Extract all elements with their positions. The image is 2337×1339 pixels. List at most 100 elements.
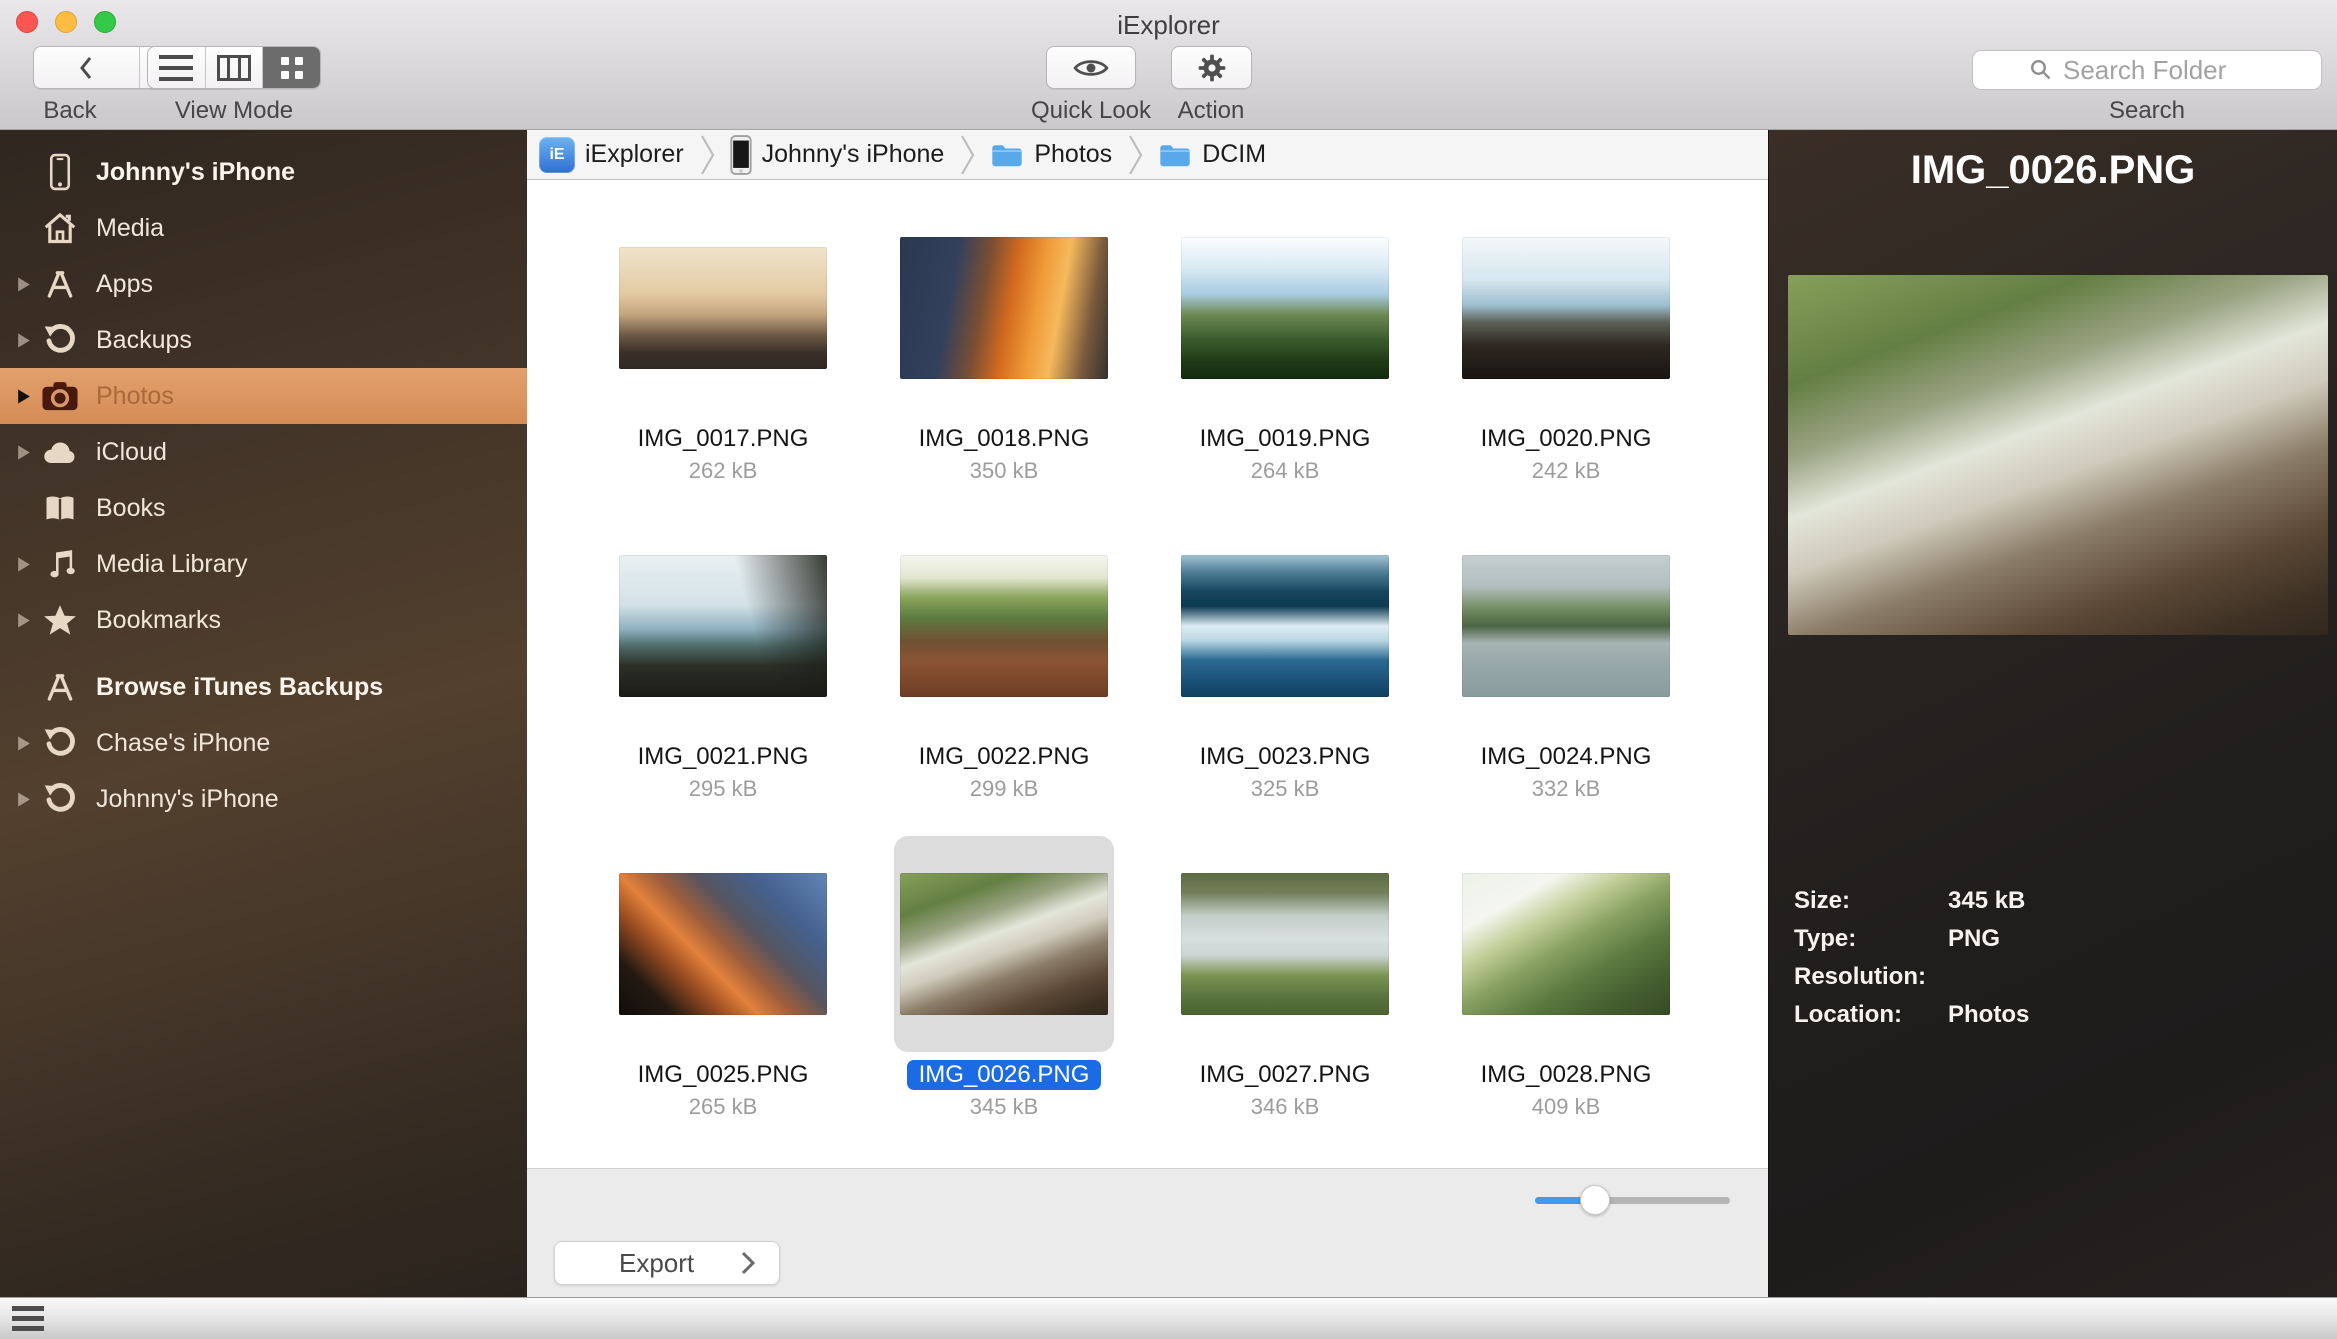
sidebar-item-johnny-s-iphone[interactable]: Johnny's iPhone [0,771,527,827]
sidebar-item-backups[interactable]: Backups [0,312,527,368]
thumbnail-selection-box [894,836,1114,1052]
photo-thumbnail[interactable] [619,247,827,369]
file-item-img-0025-png[interactable]: IMG_0025.PNG 265 kB [613,836,833,1120]
thumbnail-selection-box [1175,836,1395,1052]
file-size: 295 kB [689,776,758,802]
quick-look-label: Quick Look [1031,97,1151,125]
thumbnail-selection-box [613,836,833,1052]
star-icon [38,603,82,637]
file-item-img-0023-png[interactable]: IMG_0023.PNG 325 kB [1175,518,1395,802]
breadcrumb-item-iexplorer[interactable]: iEiExplorer [539,137,684,173]
restore-icon [38,726,82,760]
menu-icon[interactable] [12,1306,44,1331]
file-item-img-0019-png[interactable]: IMG_0019.PNG 264 kB [1175,200,1395,484]
inspector-panel: IMG_0026.PNG Size: 345 kB Type: PNG Reso… [1768,130,2337,1297]
disclosure-triangle-icon[interactable] [10,735,38,752]
file-item-img-0027-png[interactable]: IMG_0027.PNG 346 kB [1175,836,1395,1120]
file-size: 264 kB [1251,458,1320,484]
file-name: IMG_0027.PNG [1188,1060,1383,1090]
action-button[interactable] [1171,46,1252,89]
photo-thumbnail[interactable] [1462,555,1670,697]
detail-row-resolution: Resolution: [1794,958,2317,996]
book-icon [38,492,82,524]
disclosure-triangle-icon[interactable] [10,332,38,349]
sidebar-item-johnny-s-iphone[interactable]: Johnny's iPhone [0,144,527,200]
slider-thumb[interactable] [1580,1185,1610,1215]
file-name: IMG_0024.PNG [1469,742,1664,772]
photo-thumbnail[interactable] [900,555,1108,697]
file-item-img-0022-png[interactable]: IMG_0022.PNG 299 kB [894,518,1114,802]
file-item-img-0026-png[interactable]: IMG_0026.PNG 345 kB [894,836,1114,1120]
photo-thumbnail[interactable] [1181,555,1389,697]
home-icon [38,211,82,245]
list-view-button[interactable] [148,47,205,88]
breadcrumb: iEiExplorer Johnny's iPhone Photos DCIM [527,130,1768,180]
disclosure-triangle-icon[interactable] [10,444,38,461]
sidebar-item-bookmarks[interactable]: Bookmarks [0,592,527,648]
sidebar-item-icloud[interactable]: iCloud [0,424,527,480]
back-button[interactable] [34,47,140,88]
breadcrumb-item-photos[interactable]: Photos [990,140,1112,169]
grid-view-button[interactable] [262,47,320,88]
search-input[interactable] [2061,54,2265,87]
sidebar-item-media-library[interactable]: Media Library [0,536,527,592]
file-item-img-0028-png[interactable]: IMG_0028.PNG 409 kB [1456,836,1676,1120]
breadcrumb-item-johnny-s-iphone[interactable]: Johnny's iPhone [730,135,945,175]
sidebar-item-browse-itunes-backups[interactable]: Browse iTunes Backups [0,659,527,715]
iphone-device-icon [730,135,752,175]
file-item-img-0024-png[interactable]: IMG_0024.PNG 332 kB [1456,518,1676,802]
file-size: 409 kB [1532,1094,1601,1120]
photo-thumbnail[interactable] [1181,237,1389,379]
back-label: Back [43,97,96,125]
thumbnail-zoom-slider[interactable] [1535,1197,1730,1204]
breadcrumb-separator-icon [960,133,976,177]
photo-thumbnail[interactable] [1181,873,1389,1015]
file-name: IMG_0017.PNG [626,424,821,454]
quick-look-button[interactable] [1046,46,1136,89]
file-browser: IMG_0017.PNG 262 kB IMG_0018.PNG 350 kB … [527,180,1768,1168]
sidebar-item-media[interactable]: Media [0,200,527,256]
disclosure-triangle-icon[interactable] [10,612,38,629]
export-button[interactable]: Export [554,1241,780,1285]
eye-icon [1073,56,1109,80]
photo-thumbnail[interactable] [619,873,827,1015]
file-name: IMG_0025.PNG [626,1060,821,1090]
grid-view-icon [281,57,303,79]
detail-row-type: Type: PNG [1794,920,2317,958]
file-item-img-0021-png[interactable]: IMG_0021.PNG 295 kB [613,518,833,802]
photo-thumbnail[interactable] [900,237,1108,379]
photo-thumbnail[interactable] [900,873,1108,1015]
sidebar-item-photos[interactable]: Photos [0,368,527,424]
inspector-file-title: IMG_0026.PNG [1769,148,2337,193]
file-name: IMG_0026.PNG [907,1060,1102,1090]
disclosure-triangle-icon[interactable] [10,791,38,808]
file-item-img-0017-png[interactable]: IMG_0017.PNG 262 kB [613,200,833,484]
window-title: iExplorer [0,10,2337,41]
file-item-img-0020-png[interactable]: IMG_0020.PNG 242 kB [1456,200,1676,484]
disclosure-triangle-icon[interactable] [10,276,38,293]
pane-footer: Export [527,1168,1768,1297]
column-view-icon [217,55,251,81]
disclosure-triangle-icon[interactable] [10,556,38,573]
iphone-icon [38,153,82,191]
photo-thumbnail[interactable] [1462,873,1670,1015]
photo-thumbnail[interactable] [1462,237,1670,379]
search-field[interactable] [1972,50,2322,90]
file-item-img-0018-png[interactable]: IMG_0018.PNG 350 kB [894,200,1114,484]
file-size: 242 kB [1532,458,1601,484]
appstore-icon [38,268,82,300]
thumbnail-selection-box [894,518,1114,734]
disclosure-triangle-icon[interactable] [10,388,38,405]
appstore-icon [38,671,82,703]
sidebar-item-chase-s-iphone[interactable]: Chase's iPhone [0,715,527,771]
detail-row-size: Size: 345 kB [1794,882,2317,920]
thumbnail-selection-box [894,200,1114,416]
file-grid: IMG_0017.PNG 262 kB IMG_0018.PNG 350 kB … [527,180,1768,1120]
breadcrumb-separator-icon [700,133,716,177]
column-view-button[interactable] [205,47,263,88]
sidebar-item-books[interactable]: Books [0,480,527,536]
breadcrumb-item-dcim[interactable]: DCIM [1158,140,1266,169]
sidebar-item-apps[interactable]: Apps [0,256,527,312]
photo-thumbnail[interactable] [619,555,827,697]
thumbnail-selection-box [613,518,833,734]
